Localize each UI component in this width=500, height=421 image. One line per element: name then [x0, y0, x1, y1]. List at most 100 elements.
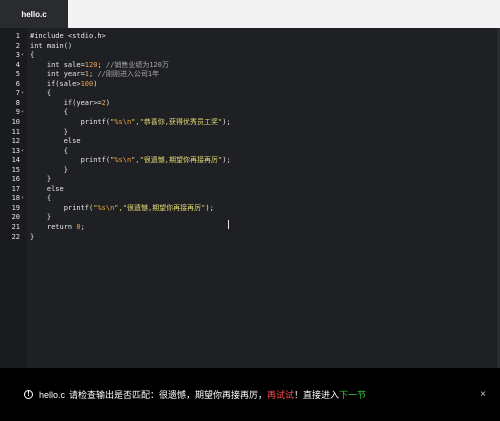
code-token: { [30, 108, 68, 117]
code-token: ) [93, 79, 98, 88]
code-token: } [30, 213, 52, 222]
code-line[interactable]: 18 ▾ { [0, 194, 497, 204]
tab-bar: hello.c [0, 0, 500, 28]
close-icon[interactable]: × [480, 368, 486, 421]
code-line[interactable]: 22} [0, 233, 497, 243]
line-number: 1 [15, 32, 20, 40]
code-text: { [30, 89, 51, 99]
code-text: #include <stdio.h> [30, 32, 106, 42]
code-line[interactable]: 20 } [0, 213, 497, 223]
code-token: else [30, 137, 81, 146]
fold-arrow-icon[interactable]: ▾ [21, 108, 26, 118]
text-cursor [228, 220, 229, 229]
line-number: 5 [15, 70, 20, 79]
line-number: 11 [11, 127, 20, 136]
code-line[interactable]: 17 else [0, 185, 497, 195]
code-line[interactable]: 4 int sale=120; //销售业绩为120万 [0, 61, 497, 71]
line-number: 7 [15, 89, 20, 98]
code-line[interactable]: 13 ▾ { [0, 147, 497, 157]
code-line[interactable]: 8 if(year>=2) [0, 99, 497, 109]
code-token: #include <stdio.h> [30, 32, 106, 40]
code-line[interactable]: 15 } [0, 166, 497, 176]
code-line[interactable]: 1 #include <stdio.h> [0, 32, 497, 42]
code-token: } [30, 232, 35, 241]
code-token: return [30, 223, 77, 231]
code-token: else [30, 184, 64, 193]
line-number: 18 [11, 194, 20, 203]
code-token: int sale= [30, 60, 85, 69]
notice-message: 请检查输出是否匹配：很遗憾，期望你再接再厉， [69, 390, 268, 400]
code-line[interactable]: 21 return 0; [0, 223, 497, 233]
next-section-link[interactable]: 下一节 [339, 388, 366, 401]
code-text: else [30, 185, 64, 195]
code-text: } [30, 233, 34, 243]
code-text: return 0; [30, 223, 85, 233]
fold-arrow-icon[interactable]: ▾ [21, 51, 26, 61]
code-token: ; [97, 60, 106, 69]
code-text: printf("%s\n","恭喜你,获得优秀员工奖"); [30, 118, 231, 128]
code-token: int year= [30, 70, 85, 79]
line-number: 6 [15, 79, 20, 88]
code-text: else [30, 137, 81, 147]
code-token: } [30, 175, 52, 184]
notice-separator: ！直接进入 [294, 390, 340, 400]
code-line[interactable]: 5 int year=1; //刚刚进入公司1年 [0, 70, 497, 80]
code-line[interactable]: 11 } [0, 128, 497, 138]
code-text: int sale=120; //销售业绩为120万 [30, 61, 169, 71]
code-token: if(sale> [30, 79, 81, 88]
code-token: %s\n [97, 203, 115, 212]
code-text: if(year>=2) [30, 99, 110, 109]
line-number: 19 [11, 203, 20, 212]
code-token: %s\n [114, 117, 132, 126]
fold-arrow-icon[interactable]: ▾ [21, 194, 26, 204]
code-line[interactable]: 3 ▾ { [0, 51, 497, 61]
code-token: ","恭喜你,获得优秀员工奖" [131, 117, 223, 126]
code-token: ; [80, 223, 85, 231]
code-text: printf("%s\n","很遗憾,期望你再接再厉"); [30, 204, 214, 214]
code-token: ); [222, 117, 231, 126]
info-circle-icon: ! [24, 390, 33, 399]
code-line[interactable]: 9 ▾ { [0, 108, 497, 118]
code-line[interactable]: 16 } [0, 175, 497, 185]
line-number: 13 [11, 146, 20, 155]
retry-link[interactable]: 再试试 [267, 388, 294, 401]
code-text: { [30, 108, 68, 118]
code-line[interactable]: 6 if(sale>100) [0, 80, 497, 90]
line-number: 21 [11, 223, 20, 231]
notice-content: ! hello.c 请检查输出是否匹配：很遗憾，期望你再接再厉， 再试试 ！直接… [24, 368, 366, 421]
tab-hello-c[interactable]: hello.c [0, 0, 68, 28]
line-number: 20 [11, 213, 20, 222]
fold-arrow-icon[interactable]: ▾ [21, 89, 26, 99]
code-token: int main() [30, 41, 73, 50]
code-line[interactable]: 7 ▾ { [0, 89, 497, 99]
code-editor[interactable]: 1 #include <stdio.h> 2 int main() 3 ▾{4 int s… [0, 28, 500, 368]
code-text: printf("%s\n","很遗憾,期望你再接再厉"); [30, 156, 231, 166]
fold-arrow-icon[interactable]: ▾ [21, 147, 26, 157]
code-token: ","很遗憾,期望你再接再厉" [114, 203, 206, 212]
code-token: %s\n [114, 156, 132, 165]
code-text: int main() [30, 42, 72, 52]
line-number: 16 [11, 175, 20, 184]
code-text: { [30, 194, 51, 204]
code-token: { [30, 194, 52, 203]
code-line[interactable]: 19 printf("%s\n","很遗憾,期望你再接再厉"); [0, 204, 497, 214]
code-token: printf( [30, 117, 111, 126]
line-number: 10 [11, 117, 20, 126]
code-token: //销售业绩为120万 [105, 60, 169, 69]
code-text: { [30, 147, 68, 157]
code-line[interactable]: 2 int main() [0, 42, 497, 52]
code-token: //刚刚进入公司1年 [97, 70, 160, 79]
line-number: 12 [11, 137, 20, 146]
code-text: int year=1; //刚刚进入公司1年 [30, 70, 159, 80]
line-number: 9 [15, 108, 20, 117]
code-line[interactable]: 14 printf("%s\n","很遗憾,期望你再接再厉"); [0, 156, 497, 166]
line-number: 15 [11, 165, 20, 174]
code-token: 100 [80, 79, 94, 88]
code-line[interactable]: 12 else [0, 137, 497, 147]
code-line[interactable]: 10 printf("%s\n","恭喜你,获得优秀员工奖"); [0, 118, 497, 128]
code-token: ); [222, 156, 231, 165]
code-token: { [30, 89, 52, 98]
line-number: 17 [11, 184, 20, 193]
line-number: 8 [15, 98, 20, 107]
line-number: 3 [15, 51, 20, 60]
